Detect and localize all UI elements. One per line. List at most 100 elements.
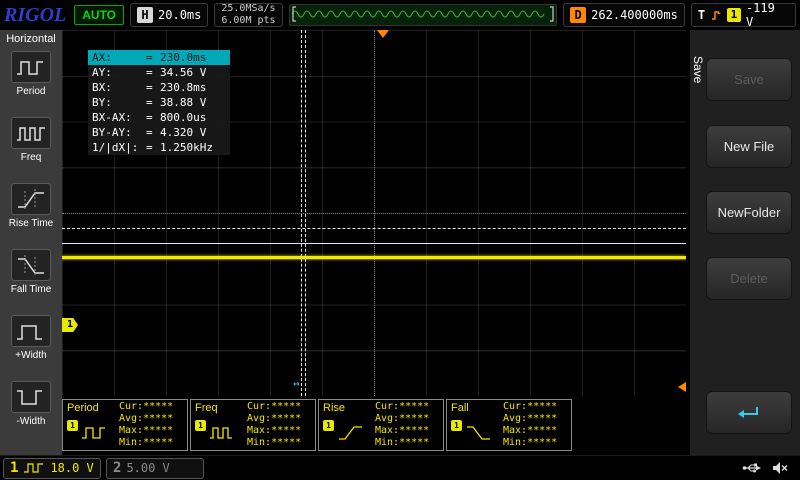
measurement-name: Freq bbox=[195, 402, 218, 414]
measurement-panel-period[interactable]: Period 1 Cur:***** Avg:***** Max:***** M… bbox=[62, 399, 188, 451]
cursor-line-by bbox=[62, 228, 686, 229]
cursor-row-bx: BX: = 230.8ms bbox=[88, 80, 230, 95]
cursor-label: AX: bbox=[92, 50, 146, 65]
cursor-link-marker: ↔ bbox=[293, 377, 300, 390]
measurement-panel-fall[interactable]: Fall 1 Cur:***** Avg:***** Max:***** Min… bbox=[446, 399, 572, 451]
stat-max: Max:***** bbox=[119, 425, 173, 437]
stat-avg: Avg:***** bbox=[375, 413, 429, 425]
t-label: T bbox=[698, 8, 705, 22]
sidebar-title: Horizontal bbox=[0, 30, 62, 49]
oscilloscope-screen: RIGOL AUTO H 20.0ms 25.0MSa/s 6.00M pts … bbox=[0, 0, 800, 480]
rigol-logo: RIGOL bbox=[4, 4, 66, 27]
cursor-row-bx-ax: BX-AX: = 800.0us bbox=[88, 110, 230, 125]
cursor-label: BX-AX: bbox=[92, 110, 146, 125]
sidebar-item-label: Freq bbox=[21, 152, 42, 163]
stat-min: Min:***** bbox=[503, 437, 557, 449]
acquisition-info: 25.0MSa/s 6.00M pts bbox=[214, 3, 282, 27]
trigger-edge-icon bbox=[710, 8, 722, 22]
stat-min: Min:***** bbox=[247, 437, 301, 449]
channel-badge: 1 bbox=[323, 420, 334, 431]
measurement-stats: Cur:***** Avg:***** Max:***** Min:***** bbox=[247, 401, 301, 449]
fall-time-icon bbox=[11, 249, 51, 281]
speaker-muted-icon bbox=[772, 461, 789, 475]
measurement-stats: Cur:***** Avg:***** Max:***** Min:***** bbox=[119, 401, 173, 449]
delay-value: 262.400000ms bbox=[591, 8, 678, 22]
cursor-label: AY: bbox=[92, 65, 146, 80]
softkey-menu: Save Save New File NewFolder Delete bbox=[690, 30, 800, 455]
sidebar-item-fall-time[interactable]: Fall Time bbox=[0, 247, 62, 313]
equals-sign: = bbox=[146, 50, 160, 65]
measurement-name: Period bbox=[67, 402, 99, 414]
trigger-position-marker bbox=[377, 30, 389, 38]
stat-avg: Avg:***** bbox=[503, 413, 557, 425]
channel1-status[interactable]: 1 18.0 V bbox=[3, 458, 101, 479]
trigger-group[interactable]: T 1 -119 V bbox=[691, 3, 796, 27]
stat-avg: Avg:***** bbox=[247, 413, 301, 425]
minus-width-icon bbox=[11, 381, 51, 413]
measurement-stats: Cur:***** Avg:***** Max:***** Min:***** bbox=[503, 401, 557, 449]
cursor-label: BY: bbox=[92, 95, 146, 110]
d-badge: D bbox=[570, 7, 586, 23]
delay-group[interactable]: D 262.400000ms bbox=[563, 3, 685, 27]
stat-cur: Cur:***** bbox=[119, 401, 173, 413]
trigger-level-marker bbox=[678, 382, 686, 392]
cursor-value: 38.88 V bbox=[160, 95, 206, 110]
channel2-number: 2 bbox=[113, 460, 121, 476]
freq-meas-icon bbox=[209, 422, 239, 446]
measurement-name: Rise bbox=[323, 402, 345, 414]
rise-meas-icon bbox=[337, 422, 367, 446]
sidebar-item-rise-time[interactable]: Rise Time bbox=[0, 181, 62, 247]
channel-badge: 1 bbox=[67, 420, 78, 431]
equals-sign: = bbox=[146, 65, 160, 80]
stat-cur: Cur:***** bbox=[375, 401, 429, 413]
menu-tab-save: Save bbox=[691, 54, 705, 85]
stat-max: Max:***** bbox=[503, 425, 557, 437]
equals-sign: = bbox=[146, 80, 160, 95]
sidebar-item-minus-width[interactable]: -Width bbox=[0, 379, 62, 445]
waveform-overview-strip[interactable] bbox=[289, 4, 558, 26]
delete-button[interactable]: Delete bbox=[706, 257, 792, 300]
cursor-label: 1/|dX|: bbox=[92, 140, 146, 155]
save-button[interactable]: Save bbox=[706, 58, 792, 101]
timebase-value: 20.0ms bbox=[158, 8, 201, 22]
channel-badge: 1 bbox=[195, 420, 206, 431]
equals-sign: = bbox=[146, 110, 160, 125]
new-file-button[interactable]: New File bbox=[706, 125, 792, 168]
cursor-line-ay bbox=[62, 243, 686, 244]
stat-min: Min:***** bbox=[375, 437, 429, 449]
trigger-level-value: -119 V bbox=[746, 1, 789, 29]
sidebar-item-label: +Width bbox=[15, 350, 46, 361]
system-icons bbox=[742, 461, 797, 475]
stat-min: Min:***** bbox=[119, 437, 173, 449]
sidebar-item-plus-width[interactable]: +Width bbox=[0, 313, 62, 379]
measurement-panel-rise[interactable]: Rise 1 Cur:***** Avg:***** Max:***** Min… bbox=[318, 399, 444, 451]
sidebar-item-label: Fall Time bbox=[11, 284, 52, 295]
sidebar-item-label: -Width bbox=[17, 416, 46, 427]
channel-badge: 1 bbox=[451, 420, 462, 431]
equals-sign: = bbox=[146, 140, 160, 155]
channel-status-bar: 1 18.0 V 2 5.00 V bbox=[0, 455, 800, 480]
return-button[interactable] bbox=[706, 391, 792, 434]
stat-cur: Cur:***** bbox=[503, 401, 557, 413]
channel1-wave-icon bbox=[23, 462, 45, 474]
h-badge: H bbox=[137, 7, 153, 23]
horizontal-timebase-group[interactable]: H 20.0ms bbox=[130, 3, 208, 27]
period-meas-icon bbox=[81, 422, 111, 446]
center-horizontal-axis bbox=[62, 213, 686, 214]
measurement-stats: Cur:***** Avg:***** Max:***** Min:***** bbox=[375, 401, 429, 449]
run-status-badge[interactable]: AUTO bbox=[74, 5, 124, 25]
cursor-line-ax bbox=[301, 30, 302, 396]
cursor-measurement-panel: AX: = 230.0ms AY: = 34.56 V BX: = 230.8m… bbox=[88, 50, 230, 155]
sidebar-item-freq[interactable]: Freq bbox=[0, 115, 62, 181]
cursor-label: BY-AY: bbox=[92, 125, 146, 140]
memory-depth: 6.00M pts bbox=[221, 15, 275, 27]
cursor-line-bx bbox=[305, 30, 306, 396]
cursor-row-by: BY: = 38.88 V bbox=[88, 95, 230, 110]
channel2-status[interactable]: 2 5.00 V bbox=[106, 458, 204, 479]
rise-time-icon bbox=[11, 183, 51, 215]
new-folder-button[interactable]: NewFolder bbox=[706, 191, 792, 234]
cursor-value: 230.8ms bbox=[160, 80, 206, 95]
sidebar-item-period[interactable]: Period bbox=[0, 49, 62, 115]
measurement-panel-freq[interactable]: Freq 1 Cur:***** Avg:***** Max:***** Min… bbox=[190, 399, 316, 451]
sidebar-item-label: Rise Time bbox=[9, 218, 53, 229]
